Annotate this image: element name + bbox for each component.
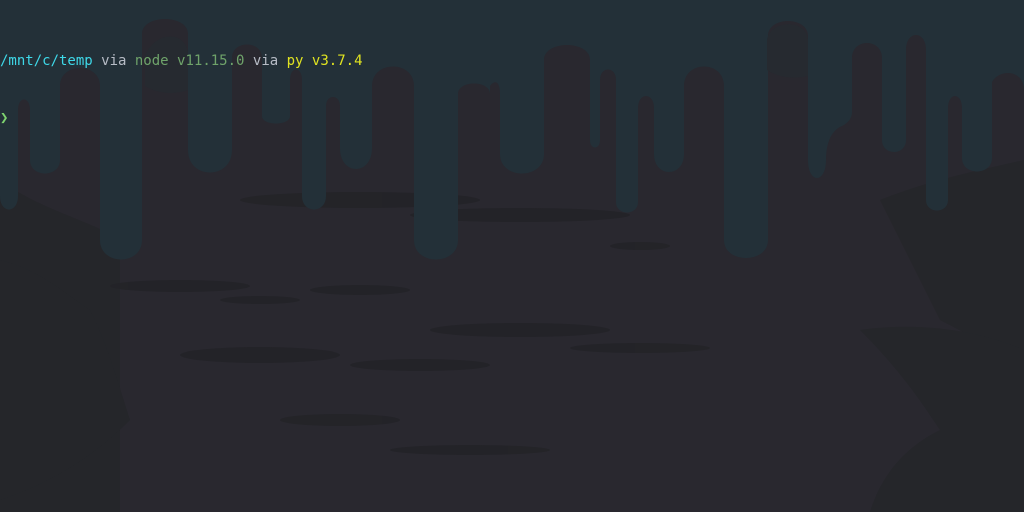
python-version: v3.7.4 [311,53,363,69]
via-label-python: via [244,53,287,69]
terminal-window[interactable]: /mnt/c/temp via node v11.15.0 via py v3.… [0,0,1024,512]
via-label-node: via [92,53,135,69]
prompt-input-line[interactable]: ❯ [0,109,363,128]
prompt-status-line: /mnt/c/temp via node v11.15.0 via py v3.… [0,52,363,71]
terminal-prompt: /mnt/c/temp via node v11.15.0 via py v3.… [0,14,363,166]
python-label: py [286,53,312,69]
chevron-right-icon: ❯ [0,110,9,126]
node-version: v11.15.0 [177,53,245,69]
node-label: node [134,53,178,69]
current-directory: /mnt/c/temp [0,53,93,69]
drip-shadow-blob [767,24,808,78]
